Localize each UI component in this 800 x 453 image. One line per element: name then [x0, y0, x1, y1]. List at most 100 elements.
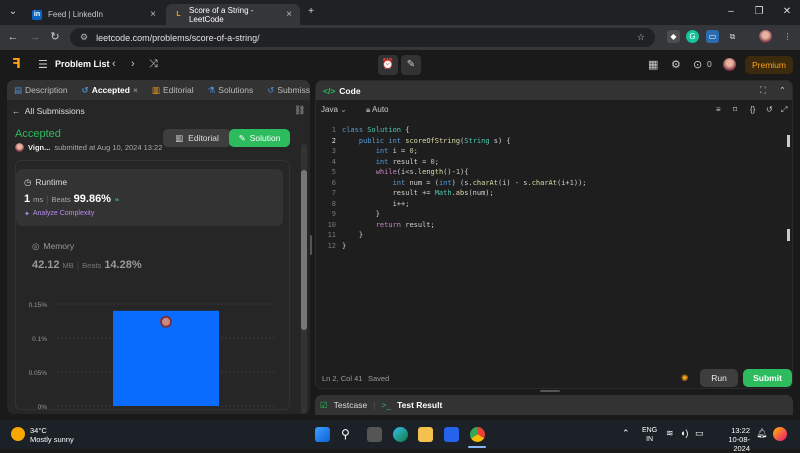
maximize-icon[interactable]: ⛶: [760, 85, 766, 96]
description-icon: ▤: [14, 84, 23, 95]
editorial-button[interactable]: ▥ Editorial: [163, 129, 231, 147]
profile-avatar[interactable]: [759, 30, 772, 43]
problem-list-link[interactable]: Problem List: [55, 59, 110, 69]
task-view-icon[interactable]: [367, 427, 382, 442]
forward-icon[interactable]: →: [28, 30, 42, 44]
tab-testcase[interactable]: Testcase: [334, 400, 368, 410]
runtime-distribution-chart: 0.15% 0.1% 0.05% 0%: [29, 302, 277, 411]
edge-icon[interactable]: [393, 427, 408, 442]
tab-submissions[interactable]: ↺ Submissio: [260, 80, 310, 100]
memory-value: 42.12: [32, 259, 60, 271]
chevron-up-icon[interactable]: ⌃: [779, 85, 786, 96]
runtime-card[interactable]: ◷ Runtime 1 ms | Beats 99.86% ❧ ✦ Analyz…: [16, 169, 283, 226]
line-number: 6: [331, 178, 336, 187]
tab-solutions[interactable]: ⚗ Solutions: [201, 80, 261, 100]
extensions-puzzle-icon[interactable]: ⧉: [726, 30, 739, 43]
y-tick-label: 0.05%: [29, 370, 48, 377]
code-editor[interactable]: 1 class Solution { 2 public int scoreOfSt…: [316, 125, 792, 251]
solution-label: Solution: [249, 133, 281, 143]
close-window-icon[interactable]: ✕: [778, 4, 796, 20]
memory-header[interactable]: ◎ Memory: [32, 241, 74, 252]
restore-icon[interactable]: ❐: [750, 4, 768, 20]
run-button[interactable]: Run: [700, 369, 738, 387]
all-submissions-link[interactable]: ← All Submissions: [12, 106, 85, 116]
reload-icon[interactable]: ↻: [48, 30, 62, 44]
bookmark-star-icon[interactable]: ☆: [637, 32, 645, 43]
layout-icon[interactable]: ▦: [648, 58, 658, 71]
line-number: 12: [327, 241, 336, 250]
expand-icon[interactable]: ⤢: [781, 105, 787, 115]
store-icon[interactable]: [444, 427, 459, 442]
debug-bug-icon[interactable]: ✺: [681, 373, 689, 384]
code-line: 1 class Solution {: [316, 125, 792, 136]
minimize-icon[interactable]: –: [722, 4, 740, 20]
premium-button[interactable]: Premium: [745, 56, 793, 74]
copilot-icon[interactable]: [773, 427, 787, 441]
wifi-icon[interactable]: ≋: [666, 428, 674, 439]
minimap-marker: [787, 229, 790, 241]
braces-icon[interactable]: {}: [750, 105, 755, 114]
tab-test-result[interactable]: Test Result: [397, 400, 442, 410]
volume-icon[interactable]: ◖): [680, 428, 688, 438]
tab-linkedin[interactable]: in Feed | LinkedIn ×: [24, 4, 164, 25]
grammarly-icon[interactable]: G: [686, 30, 699, 43]
menu-dots-icon[interactable]: ⋮: [781, 30, 794, 43]
history-icon: ↺: [81, 84, 89, 95]
back-icon[interactable]: ←: [6, 30, 20, 44]
chrome-icon[interactable]: [470, 427, 485, 442]
author-name[interactable]: Vign...: [28, 143, 50, 152]
format-icon[interactable]: ≡: [716, 105, 721, 114]
tab-accepted[interactable]: ↺ Accepted ×: [75, 80, 145, 100]
code-line: 6 int num = (int) (s.charAt(i) - s.charA…: [316, 178, 792, 189]
close-icon[interactable]: ×: [133, 85, 138, 95]
close-icon[interactable]: ×: [150, 9, 156, 20]
extension-icon[interactable]: ▭: [706, 30, 719, 43]
analyze-complexity-link[interactable]: ✦ Analyze Complexity: [24, 210, 94, 218]
resize-handle[interactable]: [310, 235, 312, 255]
submission-meta: Vign... submitted at Aug 10, 2024 13:22: [15, 143, 162, 152]
user-avatar[interactable]: [723, 58, 736, 71]
submit-button[interactable]: Submit: [743, 369, 792, 387]
weather-widget[interactable]: 34°C Mostly sunny: [30, 426, 74, 444]
extension-icon[interactable]: ◆: [667, 30, 680, 43]
close-icon[interactable]: ×: [286, 9, 292, 20]
tab-editorial[interactable]: ▥ Editorial: [145, 80, 201, 100]
language-select[interactable]: Java ⌄: [321, 105, 347, 114]
leetcode-logo-icon[interactable]: ꟻ: [12, 56, 21, 72]
site-info-icon[interactable]: ⚙: [80, 32, 88, 43]
lang-region: IN: [646, 436, 654, 443]
book-icon: ▥: [175, 132, 184, 143]
book-icon: ▥: [151, 84, 160, 95]
auto-mode[interactable]: 🔒︎ Auto: [366, 105, 389, 115]
timer-icon[interactable]: ⏰: [378, 55, 398, 75]
your-position-avatar: [160, 315, 172, 328]
weather-sun-icon[interactable]: [11, 427, 25, 441]
address-bar[interactable]: ⚙ leetcode.com/problems/score-of-a-strin…: [70, 28, 655, 47]
notification-bell-icon[interactable]: 🔔︎: [756, 428, 767, 439]
tab-search-icon[interactable]: ⌄: [4, 4, 22, 20]
memory-unit: MB: [62, 261, 74, 270]
tab-leetcode[interactable]: L Score of a String - LeetCode ×: [166, 4, 300, 25]
shuffle-icon[interactable]: ⤨: [149, 58, 158, 71]
battery-icon[interactable]: ▭: [695, 428, 704, 439]
notes-icon[interactable]: ✎: [401, 55, 421, 75]
link-icon[interactable]: ⛓: [294, 105, 305, 116]
scrollbar-thumb[interactable]: [301, 170, 307, 330]
chevron-right-icon[interactable]: ›: [131, 58, 135, 70]
settings-gear-icon[interactable]: ⚙: [671, 58, 681, 71]
bookmark-icon[interactable]: ⌑: [733, 105, 737, 114]
chevron-left-icon[interactable]: ‹: [112, 58, 116, 70]
chevron-up-icon[interactable]: ⌃: [622, 428, 630, 439]
code-line: 11 }: [316, 230, 792, 241]
windows-start-icon[interactable]: [315, 427, 330, 442]
resize-handle[interactable]: [540, 390, 560, 392]
new-tab-icon[interactable]: +: [302, 4, 320, 20]
language-indicator[interactable]: ENG IN: [642, 426, 657, 444]
beats-label: Beats: [82, 261, 102, 270]
solution-button[interactable]: ✎ Solution: [229, 129, 290, 147]
file-explorer-icon[interactable]: [418, 427, 433, 442]
search-icon[interactable]: ⚲: [341, 427, 356, 442]
reset-icon[interactable]: ↺: [766, 105, 773, 114]
tab-description[interactable]: ▤ Description: [7, 80, 75, 100]
line-number: 4: [331, 157, 336, 166]
